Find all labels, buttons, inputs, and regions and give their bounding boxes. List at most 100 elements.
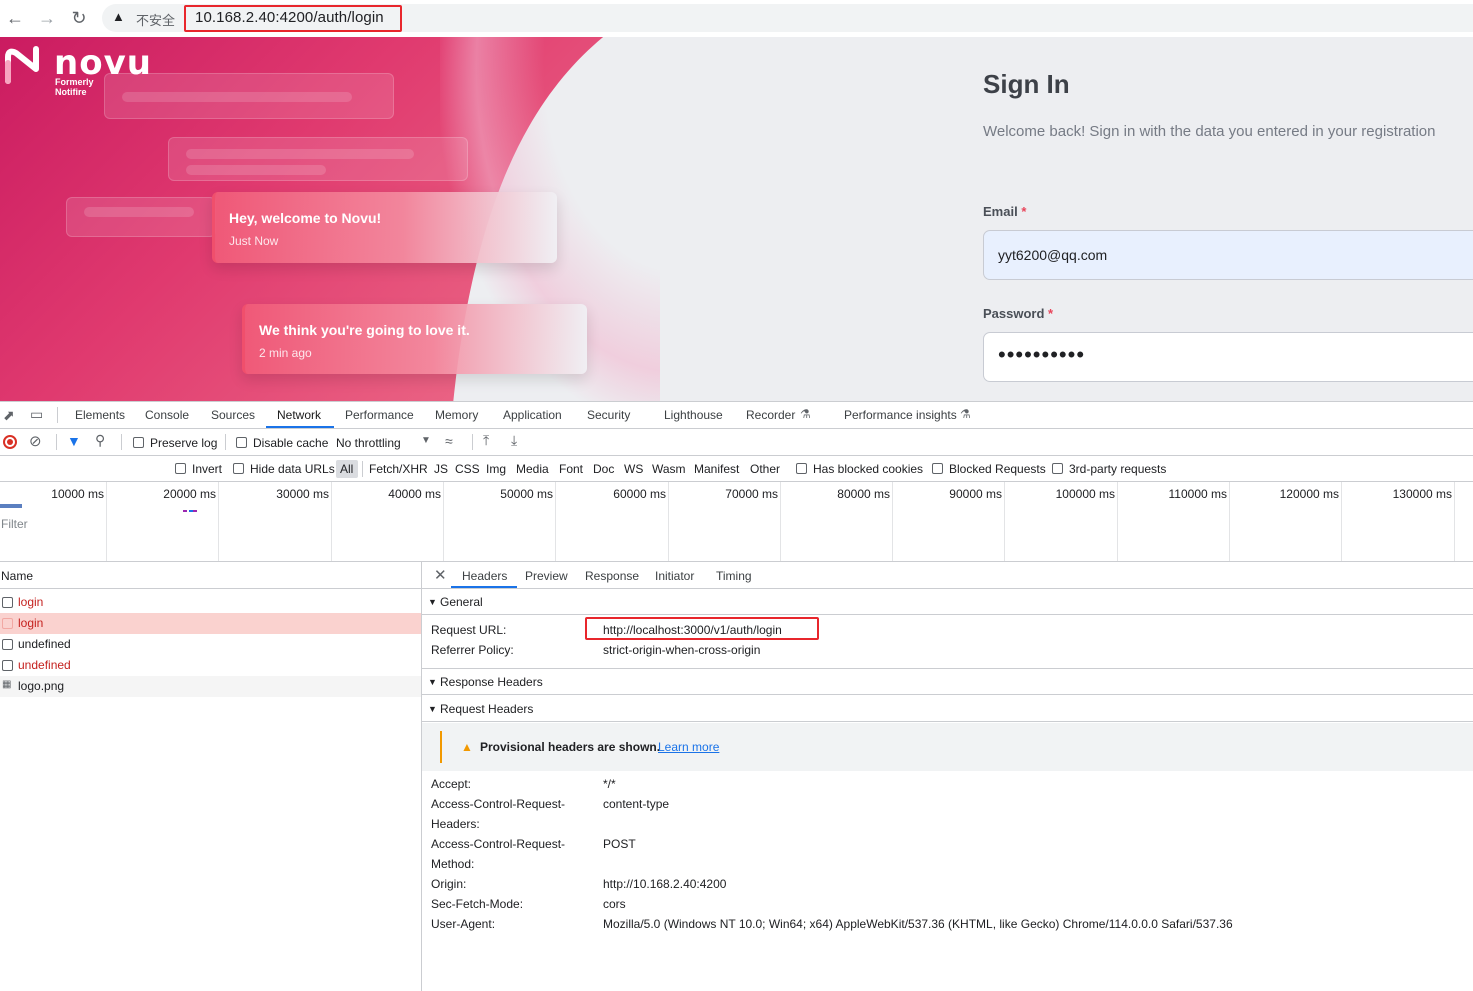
learn-more-link[interactable]: Learn more [658,740,719,754]
tab-memory[interactable]: Memory [435,408,478,422]
triangle-down-icon: ▼ [428,704,437,714]
timeline-gridline [106,482,107,561]
timeline-tick-label: 30000 ms [276,487,329,501]
type-filter-manifest[interactable]: Manifest [694,462,739,476]
tab-network[interactable]: Network [277,408,321,422]
devtools-tabbar: ⬈ ▭ Elements Console Sources Network Per… [0,402,1473,429]
tab-security[interactable]: Security [587,408,630,422]
ghost-bar [186,149,414,159]
throttling-select[interactable]: No throttling [336,436,401,450]
tab-application[interactable]: Application [503,408,562,422]
type-filter-img[interactable]: Img [486,462,506,476]
request-row[interactable]: undefined [0,655,421,676]
toast-welcome: Hey, welcome to Novu! Just Now [212,192,557,263]
chevron-down-icon[interactable]: ▼ [421,435,431,446]
tab-recorder[interactable]: Recorder [746,408,795,422]
blocked-cookies-checkbox[interactable] [796,463,807,474]
tab-lighthouse[interactable]: Lighthouse [664,408,723,422]
request-row-selected[interactable]: login [0,613,421,634]
back-arrow-icon[interactable]: ← [5,8,25,28]
blocked-cookies-label: Has blocked cookies [813,462,924,476]
preserve-log-checkbox[interactable] [133,437,144,448]
password-field[interactable]: •••••••••• [983,332,1473,382]
disable-cache-label: Disable cache [253,436,329,450]
banner-accent [440,731,442,763]
tab-preview[interactable]: Preview [525,569,568,583]
close-icon[interactable]: ✕ [434,566,447,584]
type-filter-ws[interactable]: WS [624,462,643,476]
type-filter-js[interactable]: JS [434,462,448,476]
divider [56,434,57,450]
header-key: Origin: [431,877,467,891]
address-url[interactable]: 10.168.2.40:4200/auth/login [195,9,384,26]
tab-console[interactable]: Console [145,408,189,422]
toast-title: Hey, welcome to Novu! [229,210,382,226]
not-secure-label[interactable]: 不安全 [136,10,175,29]
request-row[interactable]: login [0,592,421,613]
tab-sources[interactable]: Sources [211,408,255,422]
type-filter-font[interactable]: Font [559,462,583,476]
type-filter-other[interactable]: Other [750,462,780,476]
toast-time: Just Now [229,234,279,248]
section-title: Request Headers [440,702,534,716]
header-value: */* [603,777,616,791]
request-name: logo.png [18,679,65,693]
warning-triangle-icon: ▲ [461,740,473,754]
type-filter-wasm[interactable]: Wasm [652,462,686,476]
invert-checkbox[interactable] [175,463,186,474]
email-field[interactable]: yyt6200@qq.com [983,230,1473,280]
third-party-checkbox[interactable] [1052,463,1063,474]
type-filter-css[interactable]: CSS [455,462,480,476]
record-icon[interactable] [3,435,17,449]
disable-cache-checkbox[interactable] [236,437,247,448]
general-section-header[interactable]: ▼ General [422,589,1473,615]
request-headers-section-header[interactable]: ▼ Request Headers [422,696,1473,722]
record-dot [7,439,13,445]
tab-performance[interactable]: Performance [345,408,414,422]
tab-initiator[interactable]: Initiator [655,569,694,583]
tab-elements[interactable]: Elements [75,408,125,422]
page-title: Sign In [983,69,1070,99]
search-icon[interactable]: ⚲ [95,432,105,449]
filter-funnel-icon[interactable]: ▼ [67,433,81,449]
timeline-tick-label: 20000 ms [163,487,216,501]
timeline-tick-label: 70000 ms [725,487,778,501]
referrer-policy-key: Referrer Policy: [431,643,514,657]
type-filter-doc[interactable]: Doc [593,462,614,476]
tab-headers[interactable]: Headers [462,569,507,583]
image-file-icon: ▦ [2,679,12,690]
tab-response[interactable]: Response [585,569,639,583]
type-filter-fetch[interactable]: Fetch/XHR [369,462,428,476]
device-toolbar-icon[interactable]: ▭ [30,406,43,423]
type-filter-all[interactable]: All [340,462,353,476]
export-har-icon[interactable]: ⤓ [511,432,517,449]
blocked-requests-checkbox[interactable] [932,463,943,474]
tab-performance-insights[interactable]: Performance insights [844,408,957,422]
hide-data-urls-checkbox[interactable] [233,463,244,474]
import-har-icon[interactable]: ⤒ [483,432,489,449]
warning-triangle-icon[interactable]: ▲ [112,9,125,24]
request-row[interactable]: undefined [0,634,421,655]
response-headers-section-header[interactable]: ▼ Response Headers [422,669,1473,695]
ghost-bar [84,207,194,217]
tab-timing[interactable]: Timing [716,569,752,583]
reload-icon[interactable]: ↻ [69,8,89,28]
name-header-label: Name [1,569,34,583]
flask-icon: ⚗ [800,407,811,421]
timeline-gridline [218,482,219,561]
timeline-tick-label: 130000 ms [1392,487,1452,501]
request-row[interactable]: ▦ logo.png [0,676,421,697]
inspect-element-icon[interactable]: ⬈ [3,407,15,424]
network-conditions-icon[interactable]: ≈ [445,433,453,449]
hero-panel: Hey, welcome to Novu! Just Now We think … [0,37,660,401]
email-label: Email * [983,204,1026,219]
timeline-tick-label: 110000 ms [1168,487,1227,501]
network-overview-timeline[interactable]: 10000 ms 20000 ms 30000 ms 40000 ms 50000 ms… [0,482,1473,562]
type-filter-media[interactable]: Media [516,462,549,476]
timeline-tick-label: 90000 ms [949,487,1002,501]
header-value: content-type [603,797,670,811]
clear-icon[interactable]: ⊘ [29,432,42,450]
name-column-header[interactable]: Name [0,562,421,589]
required-mark: * [1021,204,1027,219]
forward-arrow-icon[interactable]: → [37,8,57,28]
